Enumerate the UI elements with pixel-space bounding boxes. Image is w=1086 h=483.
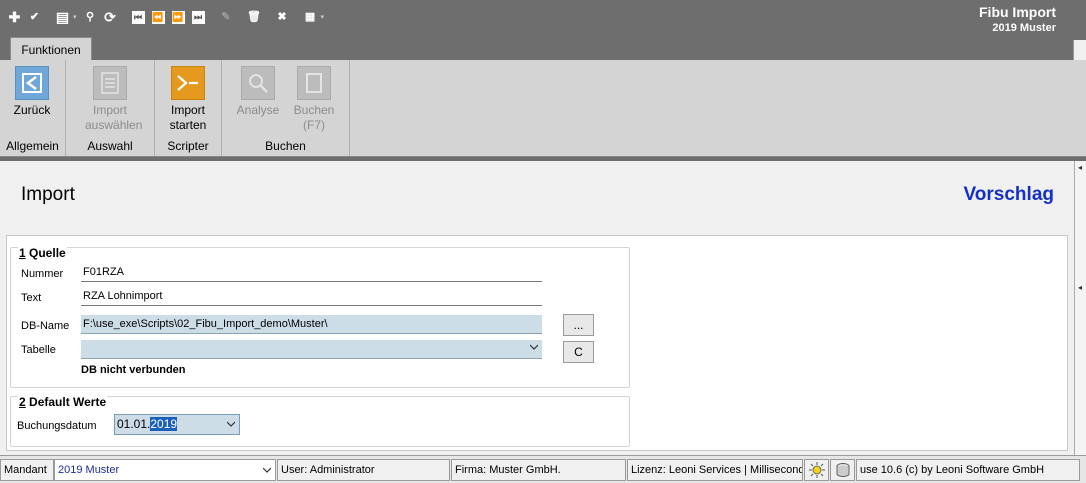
print-icon[interactable]: ▤ (54, 9, 71, 26)
tabelle-select[interactable] (81, 340, 542, 359)
ribbon-group-scripter: Import starten Scripter (155, 60, 222, 156)
app-title: Fibu Import 2019 Muster (979, 4, 1056, 34)
chevron-down-icon[interactable] (227, 420, 235, 428)
quick-access-toolbar: ✚ ✔ ▤ ▾ ⚲ ⟳ ⏮ ⏪ ⏩ ⏭ ✎ 🗑 ✖ ▦ ▾ (6, 7, 329, 27)
buchen-line1: Buchen (293, 103, 335, 117)
lizenz-status: Lizenz: Leoni Services | Milliseconds (627, 459, 803, 481)
ribbon-group-allgemein: Zurück Allgemein (0, 60, 66, 156)
app-title-text: Fibu Import (979, 4, 1056, 20)
plus-icon[interactable]: ✚ (6, 9, 23, 26)
print-dropdown-icon[interactable]: ▾ (73, 13, 77, 21)
title-bar: ✚ ✔ ▤ ▾ ⚲ ⟳ ⏮ ⏪ ⏩ ⏭ ✎ 🗑 ✖ ▦ ▾ Fibu Impor… (0, 0, 1086, 61)
analyse-label: Analyse (236, 103, 280, 117)
group-label-scripter: Scripter (167, 139, 209, 153)
browse-button[interactable]: ... (563, 314, 594, 336)
zurueck-label: Zurück (13, 103, 51, 117)
vertical-scrollbar[interactable]: ◂ ◂ (1074, 161, 1086, 455)
import-starten-line2: starten (169, 118, 207, 132)
refresh-icon[interactable]: ⟳ (102, 9, 119, 26)
text-field[interactable]: RZA Lohnimport (81, 287, 542, 306)
ribbon-group-auswahl: Import auswählen Auswahl (66, 60, 155, 156)
grid-dropdown-icon[interactable]: ▾ (321, 13, 325, 21)
version-status: use 10.6 (c) by Leoni Software GmbH (856, 459, 1080, 481)
page-title: Import (21, 184, 75, 205)
terminal-icon (171, 66, 205, 100)
edit-icon[interactable]: ✎ (218, 9, 235, 26)
sun-icon[interactable] (804, 459, 829, 481)
buchen-button[interactable]: Buchen (F7) (289, 66, 339, 133)
import-auswaehlen-button[interactable]: Import auswählen (85, 66, 143, 133)
buchungsdatum-label: Buchungsdatum (17, 420, 97, 432)
form-panel: 1 Quelle Nummer F01RZA Text RZA Lohnimpo… (6, 235, 1068, 451)
firma-status: Firma: Muster GmbH. (451, 459, 626, 481)
import-auswaehlen-line1: Import (92, 103, 127, 117)
default-werte-legend: 2 Default Werte (18, 395, 108, 409)
chevron-down-icon[interactable] (263, 466, 271, 474)
db-status-text: DB nicht verbunden (81, 364, 186, 376)
dbname-label: DB-Name (21, 320, 70, 332)
ribbon-group-buchen: Analyse Buchen (F7) Buchen (222, 60, 350, 156)
mode-label: Vorschlag (963, 184, 1054, 205)
database-icon[interactable] (830, 459, 855, 481)
import-auswaehlen-line2: auswählen (85, 118, 143, 132)
search-icon[interactable]: ⚲ (82, 9, 99, 26)
tabelle-label: Tabelle (21, 344, 56, 356)
document-icon (297, 66, 331, 100)
dbname-field[interactable]: F:\use_exe\Scripts\02_Fibu_Import_demo\M… (81, 315, 542, 334)
delete-icon[interactable]: 🗑 (246, 9, 263, 26)
next-record-icon[interactable]: ⏩ (170, 9, 187, 26)
back-icon (15, 66, 49, 100)
grid-icon[interactable]: ▦ (302, 9, 319, 26)
text-label: Text (21, 292, 42, 304)
tab-funktionen[interactable]: Funktionen (10, 37, 92, 61)
mandant-label: Mandant (0, 459, 54, 481)
group-label-auswahl: Auswahl (87, 139, 133, 153)
chevron-down-icon[interactable] (530, 343, 538, 351)
quelle-legend: 1 Quelle (18, 246, 67, 260)
mandant-select[interactable]: 2019 Muster (54, 459, 276, 481)
close-icon[interactable]: ✖ (274, 9, 291, 26)
buchungsdatum-field[interactable]: 01.01.2019 (114, 414, 240, 435)
group-label-allgemein: Allgemein (6, 139, 59, 153)
magnifier-icon (241, 66, 275, 100)
ribbon: Zurück Allgemein Import auswählen Auswah… (0, 60, 1086, 157)
default-werte-section: 2 Default Werte Buchungsdatum 01.01.2019 (10, 395, 630, 447)
status-bar: Mandant 2019 Muster User: Administrator … (0, 455, 1086, 483)
clear-button[interactable]: C (563, 341, 594, 363)
app-subtitle-text: 2019 Muster (992, 22, 1056, 34)
nummer-label: Nummer (21, 268, 64, 280)
quelle-section: 1 Quelle Nummer F01RZA Text RZA Lohnimpo… (10, 246, 630, 388)
user-status: User: Administrator (277, 459, 450, 481)
scroll-grip-icon[interactable]: ◂ (1078, 283, 1083, 292)
last-record-icon[interactable]: ⏭ (190, 9, 207, 26)
nummer-field[interactable]: F01RZA (81, 263, 542, 282)
first-record-icon[interactable]: ⏮ (130, 9, 147, 26)
scroll-up-icon[interactable]: ◂ (1078, 163, 1083, 172)
check-icon[interactable]: ✔ (26, 9, 43, 26)
analyse-button[interactable]: Analyse (233, 66, 283, 118)
import-starten-button[interactable]: Import starten (163, 66, 213, 133)
import-starten-line1: Import (170, 103, 205, 117)
group-label-buchen: Buchen (265, 139, 306, 153)
main-content: Import Vorschlag 1 Quelle Nummer F01RZA … (0, 161, 1074, 455)
buchen-line2: (F7) (303, 118, 325, 132)
list-icon (93, 66, 127, 100)
previous-record-icon[interactable]: ⏪ (150, 9, 167, 26)
top-right-scrollbar[interactable] (1073, 40, 1086, 60)
zurueck-button[interactable]: Zurück (7, 66, 57, 118)
